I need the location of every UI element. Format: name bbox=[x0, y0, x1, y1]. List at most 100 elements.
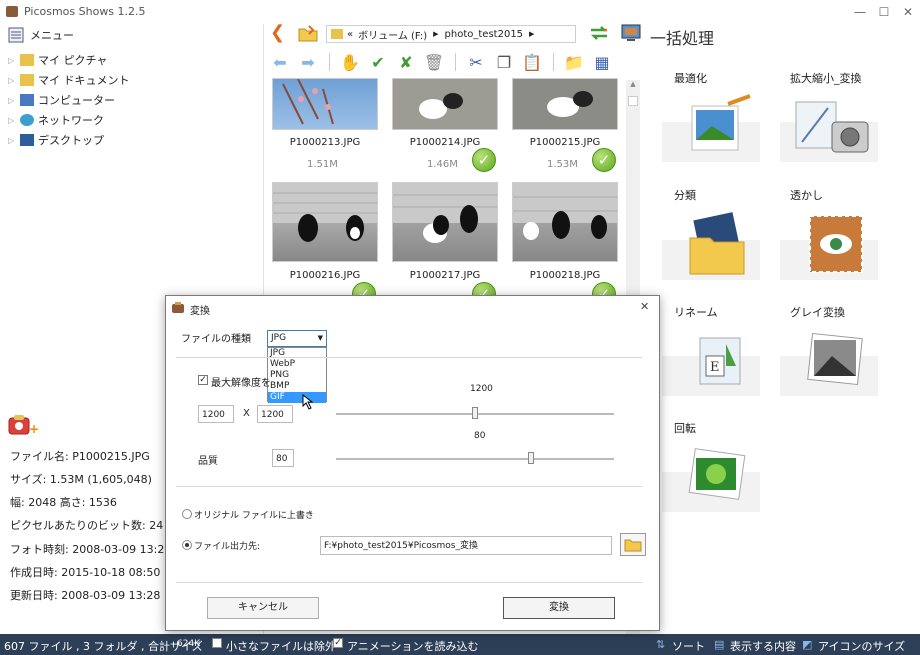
back-arrow-icon[interactable]: ❮ bbox=[270, 24, 288, 42]
grayscale-icon[interactable] bbox=[780, 326, 878, 396]
output-path-input[interactable]: F:¥photo_test2015¥Picosmos_変換 bbox=[320, 536, 612, 555]
tree-item-label: デスクトップ bbox=[38, 134, 104, 147]
overwrite-label[interactable]: オリジナル ファイルに上書き bbox=[194, 508, 314, 521]
exclude-small-label[interactable]: 小さなファイルは除外 bbox=[226, 638, 336, 654]
path-volume[interactable]: ボリューム (F:) bbox=[358, 27, 427, 42]
cancel-button[interactable]: キャンセル bbox=[207, 597, 319, 619]
checked-icon[interactable]: ✓ bbox=[472, 148, 496, 172]
tree-item-my-pictures[interactable]: ▷ マイ ピクチャ bbox=[8, 50, 107, 70]
expand-arrow-icon[interactable]: ▷ bbox=[8, 56, 20, 65]
icon-size-icon[interactable]: ◩ bbox=[802, 638, 812, 651]
watermark-icon[interactable] bbox=[780, 210, 878, 280]
add-tag-icon[interactable]: + bbox=[8, 414, 39, 436]
rename-icon[interactable]: E bbox=[662, 326, 760, 396]
tree-item-desktop[interactable]: ▷ デスクトップ bbox=[8, 130, 104, 150]
trash-icon[interactable]: 🗑 bbox=[422, 50, 446, 74]
status-total-size: 624K bbox=[177, 639, 201, 649]
expand-arrow-icon[interactable]: ▷ bbox=[8, 116, 20, 125]
expand-arrow-icon[interactable]: ▷ bbox=[8, 76, 20, 85]
info-dimensions: 幅: 2048 高さ: 1536 bbox=[10, 496, 117, 509]
tree-item-network[interactable]: ▷ ネットワーク bbox=[8, 110, 104, 130]
thumbnail-image[interactable] bbox=[512, 182, 618, 262]
height-input[interactable]: 1200 bbox=[257, 405, 293, 423]
expand-arrow-icon[interactable]: ▷ bbox=[8, 96, 20, 105]
output-label[interactable]: ファイル出力先: bbox=[194, 539, 260, 552]
thumbnail-image[interactable] bbox=[392, 78, 498, 130]
rotate-icon[interactable] bbox=[662, 442, 760, 512]
expand-arrow-icon[interactable]: ▷ bbox=[8, 136, 20, 145]
tree-item-label: コンピューター bbox=[38, 94, 115, 107]
thumbnail-image[interactable] bbox=[272, 182, 378, 262]
quality-label: 品質 bbox=[198, 456, 218, 467]
tree-item-my-documents[interactable]: ▷ マイ ドキュメント bbox=[8, 70, 130, 90]
tree-item-computer[interactable]: ▷ コンピューター bbox=[8, 90, 115, 110]
cut-icon[interactable]: ✂ bbox=[464, 50, 488, 74]
file-type-option[interactable]: PNG bbox=[268, 370, 326, 381]
folder-icon bbox=[331, 29, 343, 39]
max-resolution-checkbox[interactable]: ✓ bbox=[198, 375, 208, 385]
info-bits: ピクセルあたりのビット数: 24 bbox=[10, 519, 164, 532]
path-bar[interactable]: « ボリューム (F:) ▶ photo_test2015 ▶ bbox=[326, 25, 576, 43]
overwrite-radio[interactable] bbox=[182, 509, 192, 519]
browse-folder-button[interactable] bbox=[620, 533, 646, 556]
path-separator-icon[interactable]: ▶ bbox=[433, 30, 438, 38]
file-type-value: JPG bbox=[271, 333, 287, 343]
file-type-option[interactable]: BMP bbox=[268, 381, 326, 392]
thumbnail-filename: P1000215.JPG bbox=[529, 137, 601, 148]
sort-icon[interactable]: ⇅ bbox=[656, 638, 665, 651]
checked-icon[interactable]: ✓ bbox=[592, 148, 616, 172]
prev-arrow-icon[interactable]: ⬅ bbox=[268, 50, 292, 74]
scrollbar-thumb[interactable] bbox=[628, 96, 638, 106]
path-separator-icon[interactable]: ▶ bbox=[529, 30, 534, 38]
folder-icon bbox=[20, 74, 34, 86]
load-animation-checkbox[interactable]: ✓ bbox=[333, 638, 343, 648]
dialog-close-icon[interactable]: ✕ bbox=[640, 300, 649, 313]
quality-input[interactable]: 80 bbox=[272, 449, 294, 467]
tool-label-optimize: 最適化 bbox=[674, 72, 707, 85]
close-button[interactable]: ✕ bbox=[900, 4, 916, 20]
load-animation-label[interactable]: アニメーションを読み込む bbox=[347, 638, 479, 654]
thumbnail-image[interactable] bbox=[272, 78, 378, 130]
optimize-icon[interactable] bbox=[662, 92, 760, 162]
file-type-option[interactable]: WebP bbox=[268, 359, 326, 370]
path-prefix[interactable]: « bbox=[347, 29, 353, 40]
width-input[interactable]: 1200 bbox=[198, 405, 234, 423]
quality-slider-thumb[interactable] bbox=[528, 452, 534, 464]
sort-button[interactable]: ソート bbox=[672, 638, 705, 654]
view-mode-icon[interactable]: ▦ bbox=[590, 50, 614, 74]
tag-icon[interactable]: ✋ bbox=[338, 50, 362, 74]
icon-size-button[interactable]: アイコンのサイズ bbox=[818, 638, 905, 654]
app-icon bbox=[6, 6, 18, 17]
info-created: 作成日時: 2015-10-18 08:50 bbox=[10, 566, 161, 579]
scroll-up-icon[interactable]: ▲ bbox=[628, 80, 638, 90]
window-title: Picosmos Shows 1.2.5 bbox=[24, 5, 146, 18]
paste-icon[interactable]: 📋 bbox=[520, 50, 544, 74]
resize-convert-icon[interactable] bbox=[780, 92, 878, 162]
refresh-icon[interactable] bbox=[588, 23, 610, 43]
open-folder-icon[interactable] bbox=[297, 23, 319, 43]
file-type-select[interactable]: JPG ▼ bbox=[267, 330, 327, 347]
quality-slider-track[interactable] bbox=[336, 458, 614, 460]
maximize-button[interactable]: ☐ bbox=[876, 4, 892, 20]
copy-icon[interactable]: ❐ bbox=[492, 50, 516, 74]
classify-icon[interactable] bbox=[662, 210, 760, 280]
uncheck-icon[interactable]: ✘ bbox=[394, 50, 418, 74]
display-button[interactable]: 表示する内容 bbox=[730, 638, 796, 654]
slideshow-icon[interactable] bbox=[620, 23, 642, 43]
thumbnail-image[interactable] bbox=[392, 182, 498, 262]
path-folder[interactable]: photo_test2015 bbox=[445, 29, 524, 40]
toolbar-separator bbox=[548, 50, 558, 74]
exclude-small-checkbox[interactable] bbox=[212, 638, 222, 648]
resolution-slider-thumb[interactable] bbox=[472, 407, 478, 419]
new-folder-icon[interactable]: 📁 bbox=[562, 50, 586, 74]
check-icon[interactable]: ✔ bbox=[366, 50, 390, 74]
output-radio[interactable] bbox=[182, 540, 192, 550]
convert-button[interactable]: 変換 bbox=[503, 597, 615, 619]
display-icon[interactable]: ▤ bbox=[714, 638, 724, 651]
thumbnail-image[interactable] bbox=[512, 78, 618, 130]
menu-header[interactable]: メニュー bbox=[8, 27, 74, 43]
file-type-option-selected[interactable]: GIF bbox=[268, 392, 326, 403]
max-resolution-label: 最大解像度を bbox=[211, 378, 271, 389]
minimize-button[interactable]: — bbox=[852, 4, 868, 20]
next-arrow-icon[interactable]: ➡ bbox=[296, 50, 320, 74]
